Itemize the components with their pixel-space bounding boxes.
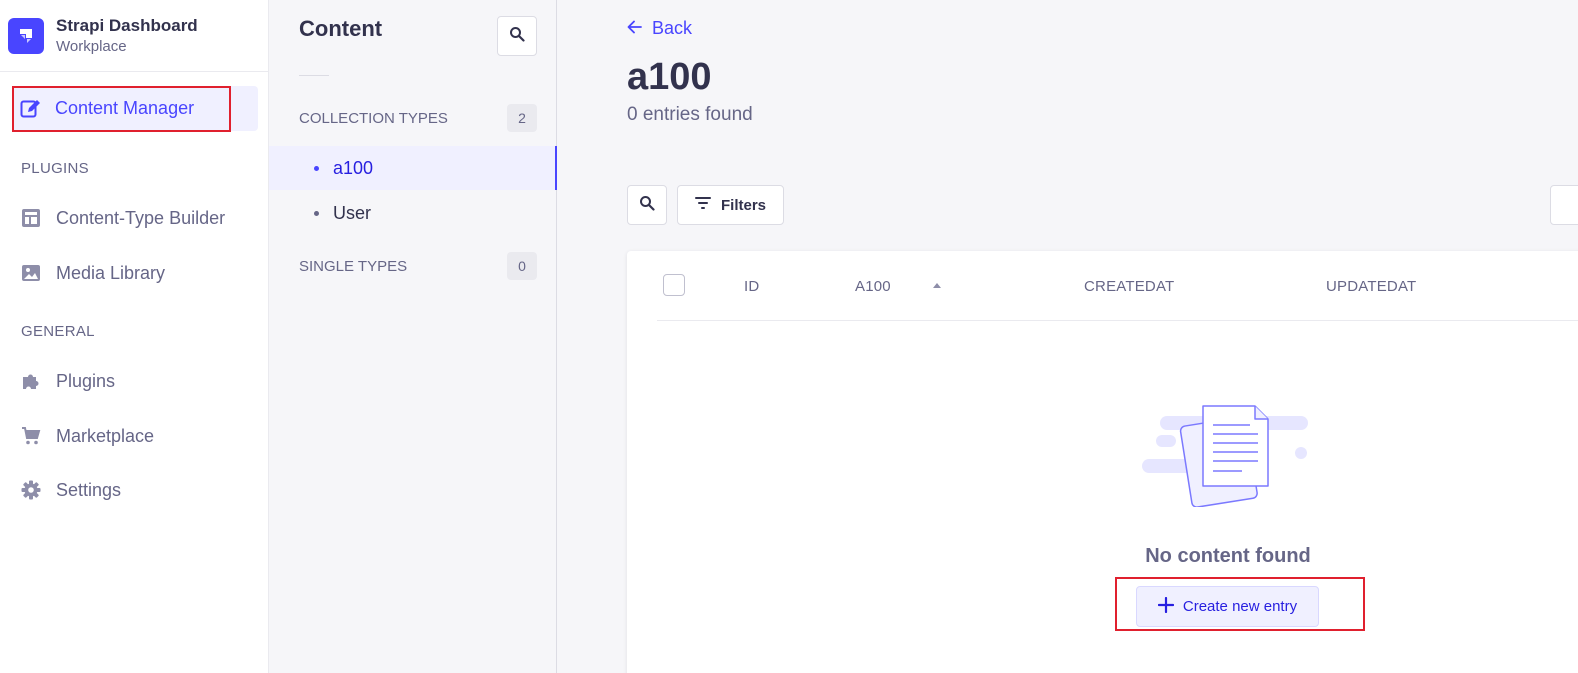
nav-label-media-library: Media Library (56, 262, 166, 283)
column-header-id[interactable]: ID (744, 278, 759, 295)
empty-state-text: No content found (1145, 545, 1311, 567)
page-title: a100 (627, 56, 712, 98)
back-link[interactable]: Back (627, 18, 692, 39)
gear-icon (20, 480, 41, 501)
back-label: Back (652, 18, 693, 38)
arrow-left-icon (627, 18, 642, 39)
search-icon (509, 26, 525, 47)
subnav-item-user[interactable]: User (269, 191, 557, 235)
image-icon (20, 263, 41, 284)
subnav-title: Content (299, 16, 383, 41)
create-new-entry-label: Create new entry (1182, 598, 1298, 615)
table-header: ID A100 CREATEDAT UPDATEDAT (657, 251, 1578, 321)
brand-header: Strapi Dashboard Workplace (0, 0, 268, 72)
empty-documents-icon (1142, 401, 1312, 512)
nav-label-settings: Settings (56, 479, 122, 500)
nav-item-content-type-builder[interactable]: Content-Type Builder (20, 198, 258, 238)
brand-subtitle: Workplace (56, 37, 127, 55)
content-subnav: Content COLLECTION TYPES 2 a100 User SIN… (269, 0, 557, 673)
subnav-section-single-types[interactable]: SINGLE TYPES (299, 258, 407, 275)
entries-table: ID A100 CREATEDAT UPDATEDAT No content f… (627, 251, 1578, 673)
nav-label-plugins: Plugins (56, 370, 116, 391)
nav-label-content-type-builder: Content-Type Builder (56, 207, 226, 228)
nav-label-content-manager: Content Manager (55, 98, 195, 118)
select-all-checkbox[interactable] (663, 274, 685, 296)
nav-section-general: GENERAL (21, 323, 95, 340)
subnav-item-label: a100 (333, 157, 374, 178)
plus-icon (1157, 596, 1174, 617)
collection-types-count-badge: 2 (507, 104, 537, 132)
nav-item-media-library[interactable]: Media Library (20, 253, 258, 293)
main-content: Back a100 0 entries found Filters ID A10… (557, 0, 1578, 673)
sort-ascending-icon[interactable] (933, 283, 941, 288)
main-nav: Strapi Dashboard Workplace Content Manag… (0, 0, 269, 673)
brand-title: Strapi Dashboard (56, 15, 198, 35)
shopping-cart-icon (20, 426, 41, 447)
subnav-section-collection-types[interactable]: COLLECTION TYPES (299, 110, 448, 127)
puzzle-icon (20, 371, 41, 392)
toolbar-right-button[interactable] (1550, 185, 1578, 225)
nav-label-marketplace: Marketplace (56, 425, 155, 446)
subnav-search-button[interactable] (497, 16, 537, 56)
filters-button[interactable]: Filters (677, 185, 784, 225)
nav-item-content-manager[interactable]: Content Manager (12, 86, 258, 131)
subnav-divider (299, 75, 329, 76)
filters-label: Filters (720, 196, 766, 214)
subnav-item-a100[interactable]: a100 (269, 146, 557, 190)
search-icon (639, 195, 655, 216)
layout-icon (20, 208, 41, 229)
subnav-item-label: User (333, 202, 372, 223)
strapi-logo-icon[interactable] (8, 17, 44, 54)
column-header-createdat[interactable]: CREATEDAT (1084, 278, 1174, 295)
nav-item-settings[interactable]: Settings (20, 470, 258, 510)
entries-count: 0 entries found (627, 104, 753, 125)
bullet-dot (314, 165, 319, 171)
pen-write-icon (20, 98, 41, 119)
filter-icon (694, 196, 711, 214)
column-header-updatedat[interactable]: UPDATEDAT (1326, 278, 1416, 295)
column-header-a100[interactable]: A100 (855, 278, 891, 295)
search-button[interactable] (627, 185, 667, 225)
single-types-count-badge: 0 (507, 252, 537, 280)
nav-item-plugins[interactable]: Plugins (20, 361, 258, 401)
create-new-entry-button[interactable]: Create new entry (1136, 586, 1319, 627)
nav-item-marketplace[interactable]: Marketplace (20, 416, 258, 456)
nav-section-plugins: PLUGINS (21, 160, 89, 177)
bullet-dot (314, 210, 319, 216)
